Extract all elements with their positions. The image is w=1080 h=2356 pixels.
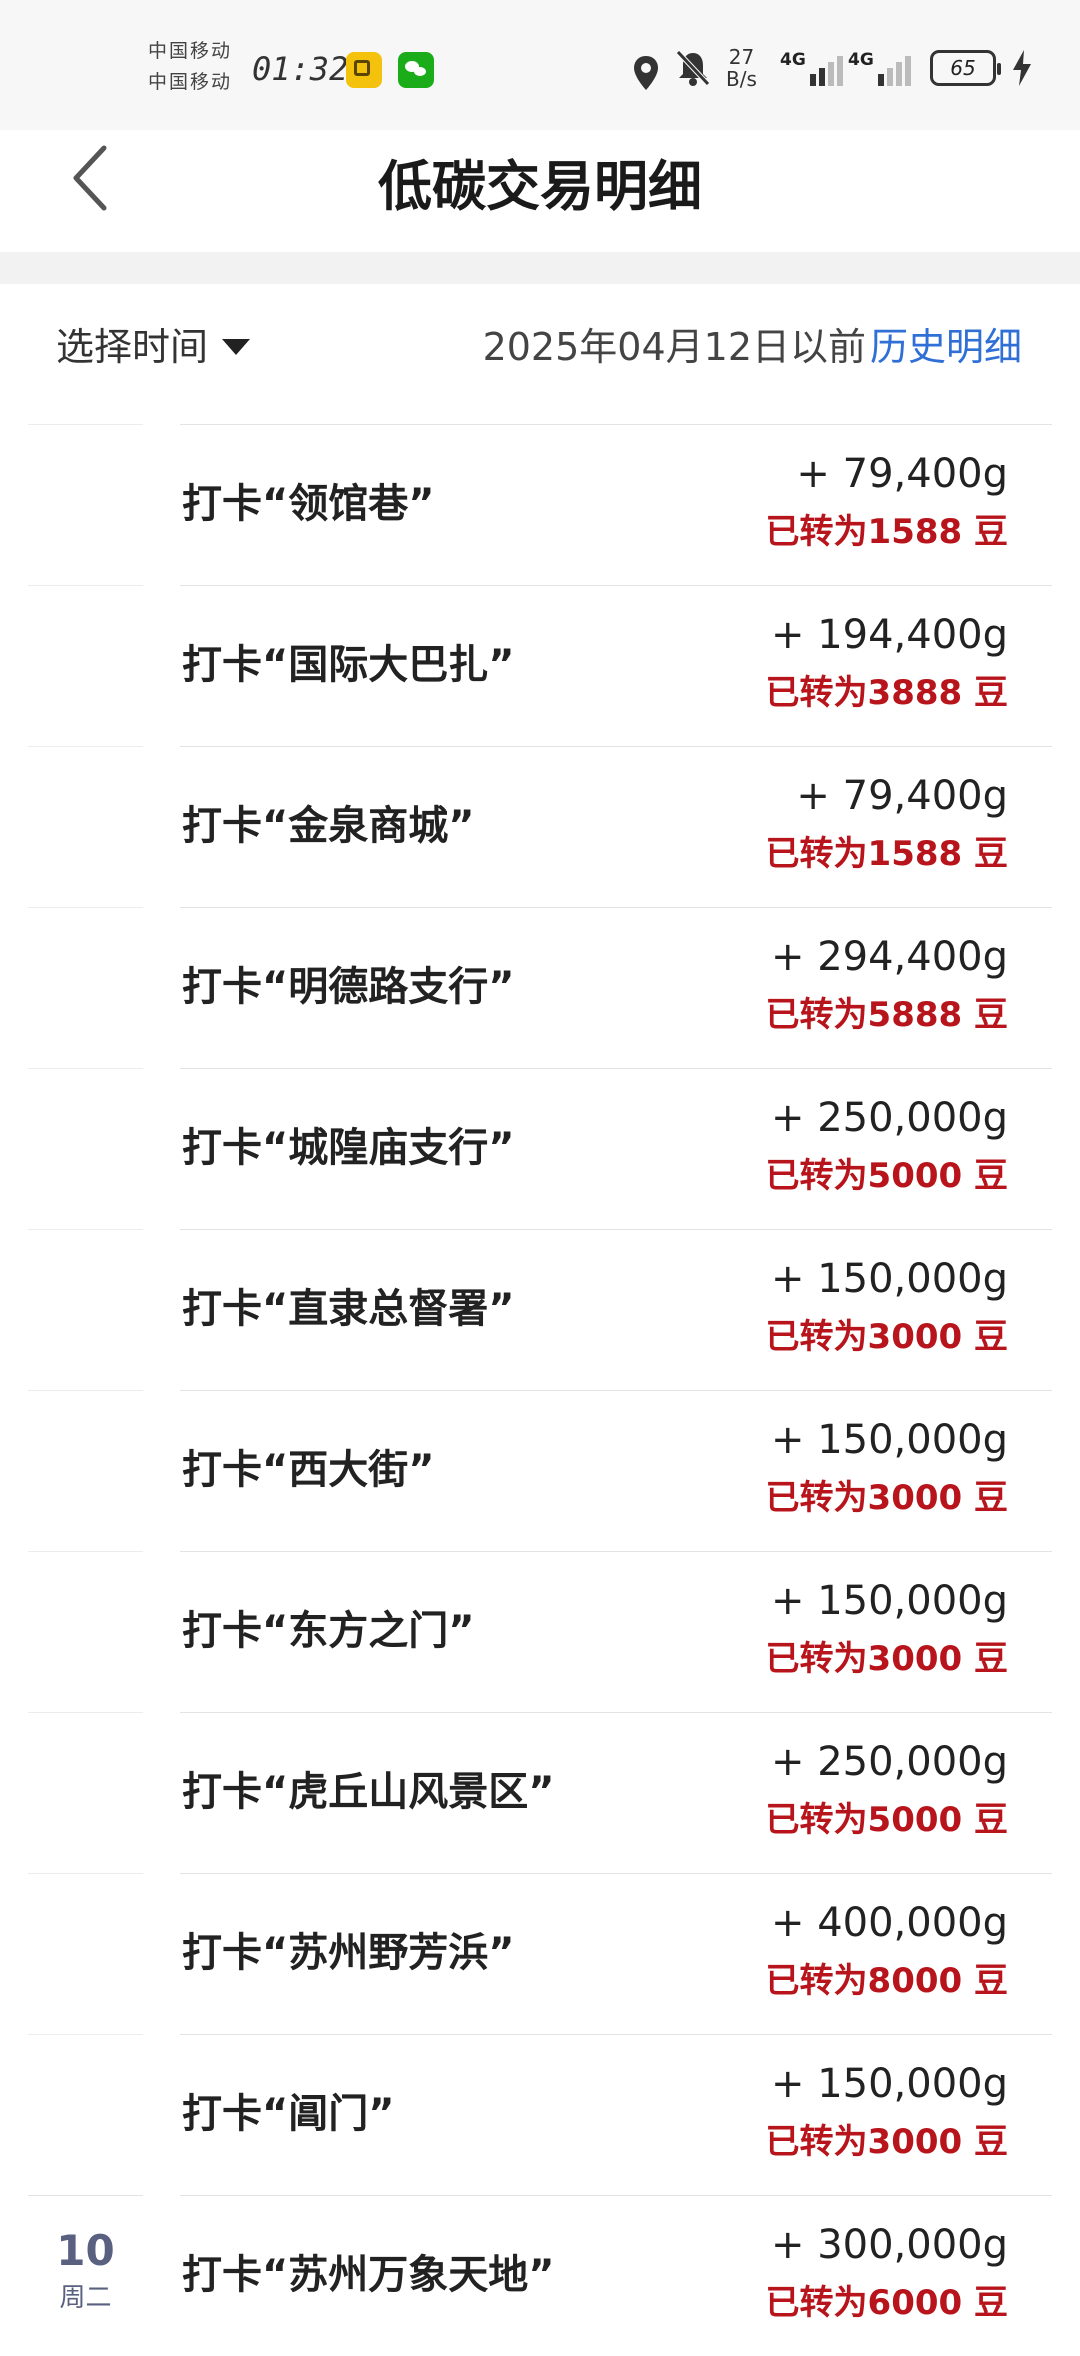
- carrier-1: 中国移动: [148, 40, 233, 62]
- net-speed-value: 27: [728, 45, 755, 69]
- sim1-label: 4G: [780, 50, 806, 70]
- location-icon: [634, 56, 658, 90]
- converted-beans: 已转为3000 豆: [765, 1478, 1008, 1518]
- date-day: 10: [56, 2226, 115, 2275]
- mute-bell-icon: [676, 50, 710, 86]
- converted-beans: 已转为5888 豆: [765, 995, 1008, 1035]
- converted-beans: 已转为6000 豆: [765, 2283, 1008, 2323]
- transaction-title: 打卡“虎丘山风景区”: [182, 1769, 555, 1815]
- transaction-row[interactable]: 打卡“领馆巷” + 79,400g 已转为1588 豆: [0, 424, 1080, 585]
- carrier-2: 中国移动: [148, 71, 233, 93]
- transaction-amount: + 150,000g: [770, 1578, 1008, 1624]
- transaction-amount: + 194,400g: [770, 612, 1008, 658]
- converted-beans: 已转为1588 豆: [765, 834, 1008, 874]
- transaction-title: 打卡“明德路支行”: [182, 964, 515, 1010]
- transaction-amount: + 300,000g: [770, 2222, 1008, 2268]
- transaction-amount: + 400,000g: [770, 1900, 1008, 1946]
- select-time-dropdown[interactable]: 选择时间: [56, 316, 251, 371]
- transaction-row[interactable]: 打卡“城隍庙支行” + 250,000g 已转为5000 豆: [0, 1068, 1080, 1229]
- transaction-amount: + 294,400g: [770, 934, 1008, 980]
- transaction-row[interactable]: 打卡“明德路支行” + 294,400g 已转为5888 豆: [0, 907, 1080, 1068]
- select-time-label: 选择时间: [56, 325, 209, 369]
- net-speed-unit: B/s: [726, 67, 757, 91]
- network-speed: 27 B/s: [726, 46, 757, 90]
- converted-beans: 已转为3000 豆: [765, 2122, 1008, 2162]
- transaction-title: 打卡“西大街”: [182, 1447, 435, 1493]
- notes-app-icon: [346, 52, 382, 88]
- transaction-row[interactable]: 打卡“苏州野芳浜” + 400,000g 已转为8000 豆: [0, 1873, 1080, 2034]
- transaction-row[interactable]: 打卡“金泉商城” + 79,400g 已转为1588 豆: [0, 746, 1080, 907]
- caret-down-icon: [222, 338, 251, 355]
- transaction-row[interactable]: 打卡“阊门” + 150,000g 已转为3000 豆: [0, 2034, 1080, 2195]
- date-hint: 2025年04月12日以前: [482, 325, 866, 369]
- page-title: 低碳交易明细: [378, 155, 702, 218]
- transaction-amount: + 150,000g: [770, 1417, 1008, 1463]
- transaction-title: 打卡“苏州万象天地”: [182, 2252, 555, 2298]
- transaction-amount: + 250,000g: [770, 1095, 1008, 1141]
- converted-beans: 已转为5000 豆: [765, 1156, 1008, 1196]
- header-divider: [0, 252, 1080, 284]
- transaction-row[interactable]: 打卡“西大街” + 150,000g 已转为3000 豆: [0, 1390, 1080, 1551]
- transaction-row[interactable]: 打卡“国际大巴扎” + 194,400g 已转为3888 豆: [0, 585, 1080, 746]
- transaction-title: 打卡“东方之门”: [182, 1608, 475, 1654]
- transaction-title: 打卡“国际大巴扎”: [182, 642, 515, 688]
- converted-beans: 已转为8000 豆: [765, 1961, 1008, 2001]
- transaction-title: 打卡“直隶总督署”: [182, 1286, 515, 1332]
- transaction-list: 打卡“领馆巷” + 79,400g 已转为1588 豆 打卡“国际大巴扎” + …: [0, 424, 1080, 2356]
- transaction-row[interactable]: 打卡“东方之门” + 150,000g 已转为3000 豆: [0, 1551, 1080, 1712]
- transaction-title: 打卡“苏州野芳浜”: [182, 1930, 515, 1976]
- status-time: 01:32: [252, 50, 349, 88]
- converted-beans: 已转为5000 豆: [765, 1800, 1008, 1840]
- filter-bar: 选择时间 2025年04月12日以前 历史明细: [0, 284, 1080, 424]
- converted-beans: 已转为3000 豆: [765, 1317, 1008, 1357]
- transaction-row[interactable]: 打卡“直隶总督署” + 150,000g 已转为3000 豆: [0, 1229, 1080, 1390]
- wechat-icon: [398, 52, 434, 88]
- status-bar: 中国移动 中国移动 01:32 27 B/s 4G 4G 65: [0, 0, 1080, 130]
- transaction-amount: + 150,000g: [770, 1256, 1008, 1302]
- battery-icon: 65: [930, 50, 1001, 86]
- charging-icon: [1013, 50, 1031, 86]
- date-weekday: 周二: [59, 2283, 112, 2313]
- transaction-title: 打卡“领馆巷”: [182, 481, 435, 527]
- carrier-labels: 中国移动 中国移动: [148, 36, 232, 98]
- transaction-row[interactable]: 打卡“虎丘山风景区” + 250,000g 已转为5000 豆: [0, 1712, 1080, 1873]
- transaction-amount: + 79,400g: [796, 773, 1008, 819]
- signal-sim2-icon: 4G: [848, 50, 914, 86]
- sim2-label: 4G: [848, 50, 874, 70]
- transaction-amount: + 79,400g: [796, 451, 1008, 497]
- transaction-title: 打卡“金泉商城”: [182, 803, 475, 849]
- transaction-amount: + 250,000g: [770, 1739, 1008, 1785]
- transaction-row[interactable]: 10 周二 打卡“苏州万象天地” + 300,000g 已转为6000 豆: [0, 2195, 1080, 2356]
- converted-beans: 已转为1588 豆: [765, 512, 1008, 552]
- converted-beans: 已转为3888 豆: [765, 673, 1008, 713]
- converted-beans: 已转为3000 豆: [765, 1639, 1008, 1679]
- signal-sim1-icon: 4G: [780, 50, 846, 86]
- transaction-amount: + 150,000g: [770, 2061, 1008, 2107]
- transaction-title: 打卡“城隍庙支行”: [182, 1125, 515, 1171]
- history-details-link[interactable]: 历史明细: [870, 316, 1022, 371]
- transaction-title: 打卡“阊门”: [182, 2091, 395, 2137]
